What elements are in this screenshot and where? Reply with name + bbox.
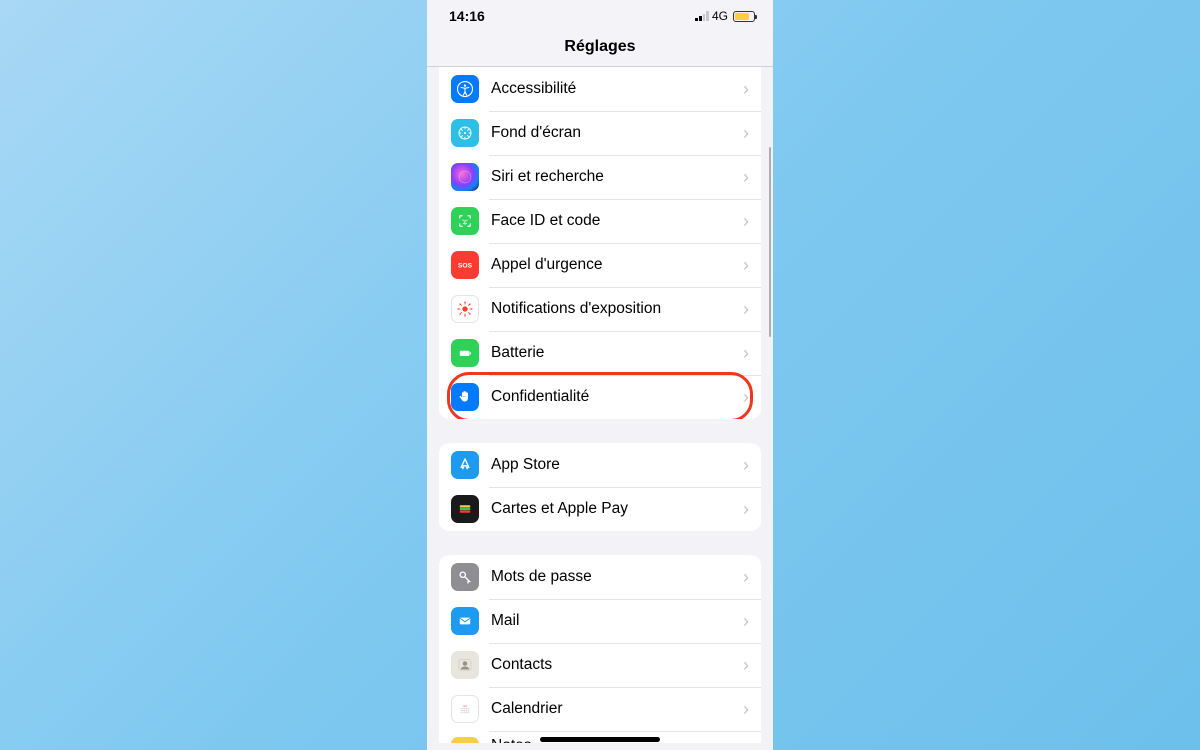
status-bar: 14:16 4G [427, 0, 773, 32]
status-time: 14:16 [449, 8, 485, 24]
chevron-right-icon: › [743, 300, 749, 318]
row-label: Face ID et code [491, 212, 743, 230]
mail-icon [451, 607, 479, 635]
row-mail[interactable]: Mail › [439, 599, 761, 643]
settings-scroll[interactable]: Accessibilité › Fond d'écran › Siri et r… [427, 67, 773, 743]
hand-icon [451, 383, 479, 411]
row-label: Mail [491, 612, 743, 630]
chevron-right-icon: › [743, 212, 749, 230]
chevron-right-icon: › [743, 344, 749, 362]
siri-icon [451, 163, 479, 191]
key-icon [451, 563, 479, 591]
chevron-right-icon: › [743, 80, 749, 98]
accessibility-icon [451, 75, 479, 103]
svg-text:SOS: SOS [458, 262, 473, 269]
signal-icon [695, 11, 709, 21]
chevron-right-icon: › [743, 612, 749, 630]
exposure-icon [451, 295, 479, 323]
calendar-icon: ••• [451, 695, 479, 723]
row-privacy[interactable]: Confidentialité › [439, 375, 761, 419]
row-accessibility[interactable]: Accessibilité › [439, 67, 761, 111]
faceid-icon [451, 207, 479, 235]
row-passwords[interactable]: Mots de passe › [439, 555, 761, 599]
page-title: Réglages [427, 32, 773, 67]
notes-icon [451, 737, 479, 743]
row-label: Accessibilité [491, 80, 743, 98]
battery-row-icon [451, 339, 479, 367]
row-faceid[interactable]: Face ID et code › [439, 199, 761, 243]
row-label: Notifications d'exposition [491, 300, 743, 318]
row-wallet[interactable]: Cartes et Apple Pay › [439, 487, 761, 531]
row-sos[interactable]: SOS Appel d'urgence › [439, 243, 761, 287]
row-label: Confidentialité [491, 388, 743, 406]
row-label: Cartes et Apple Pay [491, 500, 743, 518]
row-exposure-notifications[interactable]: Notifications d'exposition › [439, 287, 761, 331]
row-siri[interactable]: Siri et recherche › [439, 155, 761, 199]
chevron-right-icon: › [743, 256, 749, 274]
battery-icon [733, 11, 755, 22]
iphone-frame: 14:16 4G Réglages Accessibilité › [427, 0, 773, 750]
row-label: Mots de passe [491, 568, 743, 586]
svg-text:•••: ••• [463, 704, 467, 708]
network-label: 4G [712, 9, 728, 23]
chevron-right-icon: › [743, 168, 749, 186]
row-label: Siri et recherche [491, 168, 743, 186]
chevron-right-icon: › [743, 500, 749, 518]
row-label: Calendrier [491, 700, 743, 718]
sos-icon: SOS [451, 251, 479, 279]
chevron-right-icon: › [743, 700, 749, 718]
chevron-right-icon: › [743, 124, 749, 142]
settings-group-store: App Store › Cartes et Apple Pay › [439, 443, 761, 531]
row-contacts[interactable]: Contacts › [439, 643, 761, 687]
row-wallpaper[interactable]: Fond d'écran › [439, 111, 761, 155]
settings-group-general: Accessibilité › Fond d'écran › Siri et r… [439, 67, 761, 419]
row-label: Contacts [491, 656, 743, 674]
row-label: Appel d'urgence [491, 256, 743, 274]
chevron-right-icon: › [743, 456, 749, 474]
chevron-right-icon: › [743, 388, 749, 406]
appstore-icon [451, 451, 479, 479]
home-indicator[interactable] [540, 737, 660, 742]
contacts-icon [451, 651, 479, 679]
row-battery[interactable]: Batterie › [439, 331, 761, 375]
settings-group-accounts: Mots de passe › Mail › Contacts › ••• [439, 555, 761, 743]
row-label: Batterie [491, 344, 743, 362]
wallpaper-icon [451, 119, 479, 147]
row-calendar[interactable]: ••• Calendrier › [439, 687, 761, 731]
chevron-right-icon: › [743, 656, 749, 674]
row-appstore[interactable]: App Store › [439, 443, 761, 487]
wallet-icon [451, 495, 479, 523]
row-label: App Store [491, 456, 743, 474]
row-label: Fond d'écran [491, 124, 743, 142]
chevron-right-icon: › [743, 568, 749, 586]
scroll-indicator [769, 147, 772, 337]
status-indicators: 4G [695, 9, 755, 23]
